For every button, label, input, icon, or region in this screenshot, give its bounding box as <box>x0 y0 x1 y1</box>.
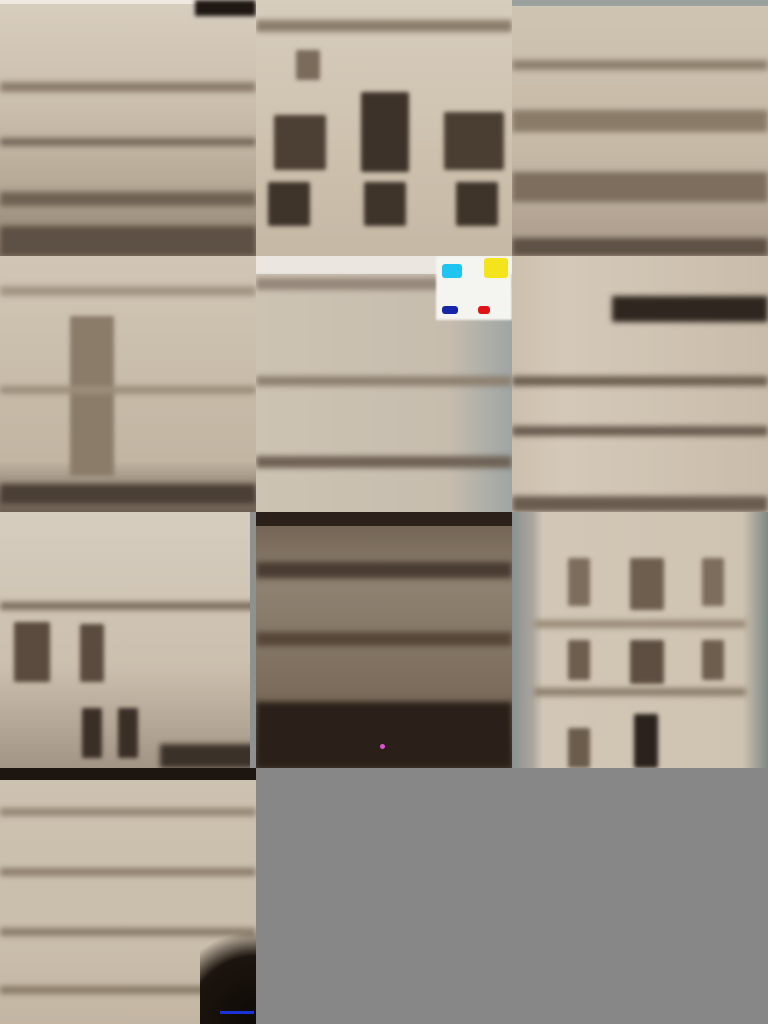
facade-tile-10 <box>0 768 256 1024</box>
facade-tile-1 <box>0 0 256 256</box>
yellow-artifact <box>484 258 508 278</box>
empty-tile-12 <box>512 768 768 1024</box>
navy-artifact <box>442 306 458 314</box>
facade-tile-2 <box>256 0 512 256</box>
facade-tile-5 <box>256 256 512 512</box>
facade-tile-8 <box>256 512 512 768</box>
facade-tile-6 <box>512 256 768 512</box>
magenta-artifact <box>380 744 385 749</box>
empty-tile-11 <box>256 768 512 1024</box>
blue-artifact <box>220 1011 254 1014</box>
facade-tile-3 <box>512 0 768 256</box>
facade-tile-9 <box>512 512 768 768</box>
image-grid <box>0 0 768 1024</box>
cyan-artifact <box>442 264 462 278</box>
red-artifact <box>478 306 490 314</box>
facade-tile-7 <box>0 512 256 768</box>
facade-tile-4 <box>0 256 256 512</box>
dark-corner-shadow <box>200 914 256 1024</box>
